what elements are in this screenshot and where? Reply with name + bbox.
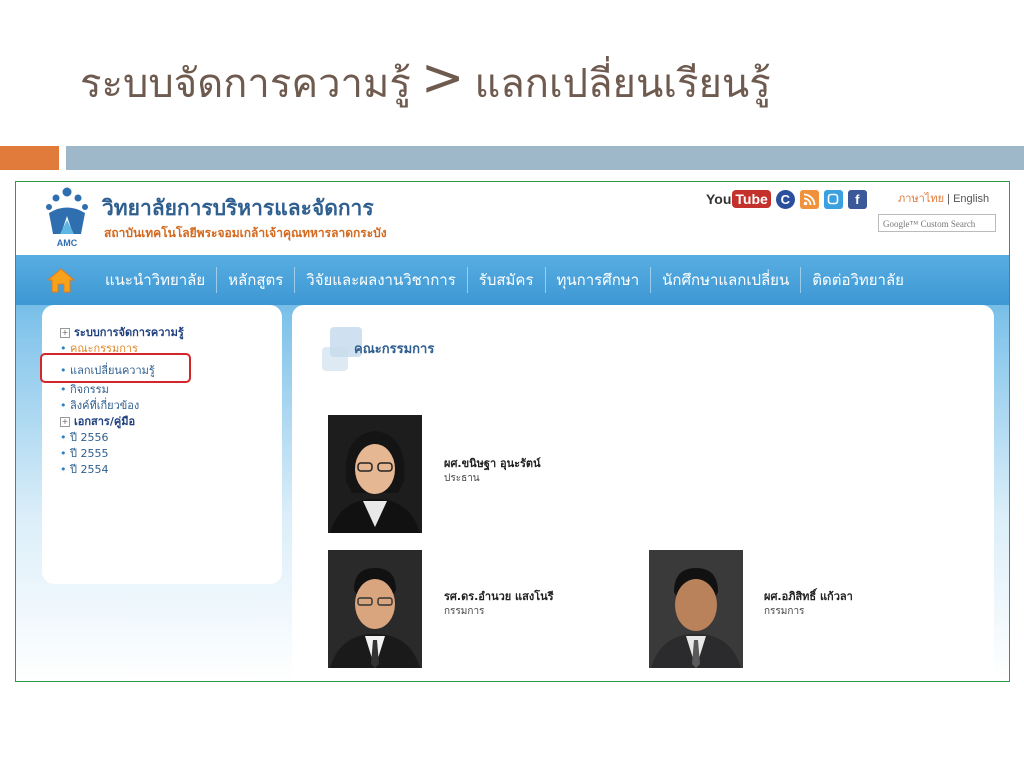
sidebar-panel: +ระบบการจัดการความรู้ คณะกรรมการ แลกเปลี… [42, 305, 282, 584]
social-links: You Tube C f [706, 188, 867, 210]
slide-title-sub: แลกเปลี่ยนเรียนรู้ [474, 61, 771, 107]
slide-title-main: ระบบจัดการความรู้ [80, 61, 411, 107]
person-role: กรรมการ [444, 606, 485, 617]
site-subname: สถาบันเทคโนโลยีพระจอมเกล้าเจ้าคุณทหารลาด… [104, 226, 387, 240]
language-switch: ภาษาไทย | English [898, 189, 989, 207]
person-name[interactable]: ผศ.อภิสิทธิ์ แก้วลา [764, 587, 853, 605]
accent-bar-blue [66, 146, 1024, 170]
sidebar-heading-km[interactable]: + ระบบการจัดการความรู้ [60, 325, 184, 341]
title-separator: > [420, 48, 465, 108]
sidebar-item-activities[interactable]: กิจกรรม [60, 382, 184, 398]
sidebar-heading-docs-label: เอกสาร/คู่มือ [74, 415, 136, 428]
rss-icon[interactable] [799, 189, 819, 209]
person-photo [328, 415, 422, 533]
home-icon[interactable] [46, 267, 76, 293]
circle-logo-icon[interactable]: C [775, 189, 795, 209]
person-role: กรรมการ [764, 606, 805, 617]
youtube-icon[interactable]: You Tube [706, 190, 771, 208]
lang-separator: | [947, 193, 951, 205]
site-name: วิทยาลัยการบริหารและจัดการ [102, 196, 374, 220]
content-heading: คณะกรรมการ [354, 342, 435, 357]
lang-english-link[interactable]: English [953, 193, 989, 205]
sidebar-item-2555[interactable]: ปี 2555 [60, 446, 184, 462]
blogger-icon[interactable] [823, 189, 843, 209]
sidebar-heading-docs[interactable]: + เอกสาร/คู่มือ [60, 414, 184, 430]
expand-icon[interactable]: + [60, 328, 70, 338]
content-panel: คณะกรรมการ ผศ.ขนิษฐา อุนะรัตน์ ประธาน รศ… [292, 305, 994, 681]
nav-menu: แนะนำวิทยาลัย หลักสูตร วิจัยและผลงานวิชา… [94, 255, 915, 305]
nav-item-exchange[interactable]: นักศึกษาแลกเปลี่ยน [650, 267, 800, 293]
highlight-box [40, 353, 191, 383]
nav-item-admission[interactable]: รับสมัคร [466, 267, 545, 293]
sidebar-tree: +ระบบการจัดการความรู้ คณะกรรมการ แลกเปลี… [60, 325, 184, 478]
sidebar-item-related-links[interactable]: ลิงค์ที่เกี่ยวข้อง [60, 398, 184, 414]
nav-item-programs[interactable]: หลักสูตร [216, 267, 294, 293]
nav-item-contact[interactable]: ติดต่อวิทยาลัย [800, 267, 915, 293]
person-name[interactable]: รศ.ดร.อำนวย แสงโนรี [444, 587, 554, 605]
website-screenshot: AMC วิทยาลัยการบริหารและจัดการ สถาบันเทค… [15, 181, 1010, 682]
logo-text: AMC [57, 238, 78, 248]
accent-bar-orange [0, 146, 59, 170]
person-name[interactable]: ผศ.ขนิษฐา อุนะรัตน์ [444, 454, 541, 472]
facebook-icon[interactable]: f [847, 189, 867, 209]
amc-logo-icon: AMC [46, 187, 88, 248]
youtube-tube: Tube [732, 190, 771, 208]
expand-icon[interactable]: + [60, 417, 70, 427]
nav-item-about[interactable]: แนะนำวิทยาลัย [94, 267, 216, 293]
slide-title: ระบบจัดการความรู้ > แลกเปลี่ยนเรียนรู้ [80, 48, 771, 115]
person-role: ประธาน [444, 473, 480, 484]
sidebar-item-2556[interactable]: ปี 2556 [60, 430, 184, 446]
lang-thai-link[interactable]: ภาษาไทย [898, 193, 944, 205]
main-nav: แนะนำวิทยาลัย หลักสูตร วิจัยและผลงานวิชา… [16, 255, 1009, 305]
youtube-you: You [706, 191, 732, 207]
nav-item-scholarship[interactable]: ทุนการศึกษา [544, 267, 651, 293]
search-input[interactable]: Google™ Custom Search [878, 214, 996, 232]
person-photo [328, 550, 422, 668]
nav-item-research[interactable]: วิจัยและผลงานวิชาการ [294, 267, 467, 293]
site-header: AMC วิทยาลัยการบริหารและจัดการ สถาบันเทค… [16, 182, 1009, 255]
person-photo [649, 550, 743, 668]
sidebar-item-2554[interactable]: ปี 2554 [60, 462, 184, 478]
sidebar-heading-km-label: ระบบการจัดการความรู้ [74, 326, 184, 339]
